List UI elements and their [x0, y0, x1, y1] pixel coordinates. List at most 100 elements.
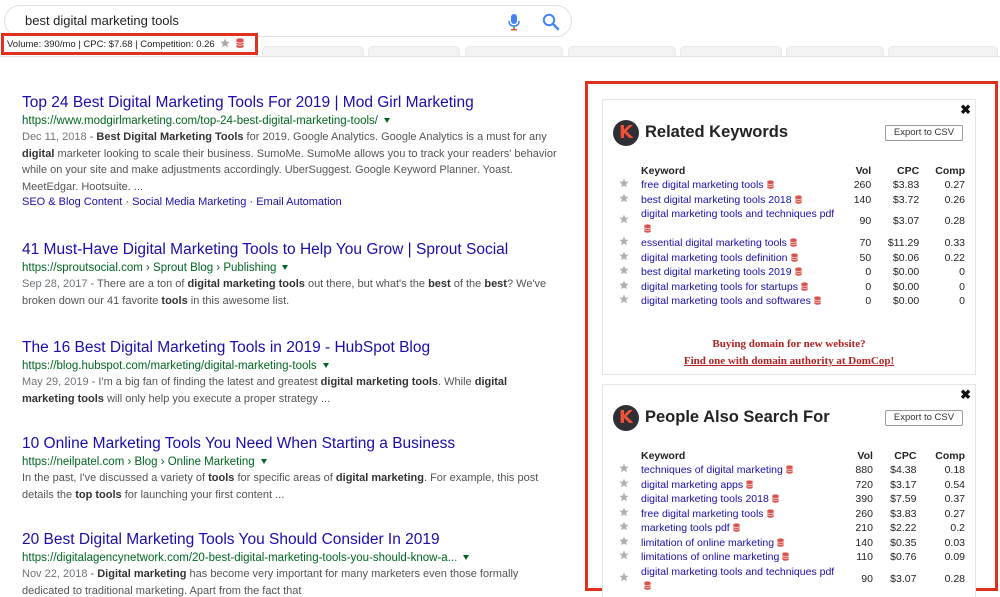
database-icon[interactable] [811, 295, 821, 307]
database-icon[interactable] [779, 551, 790, 563]
column-header: Keyword [641, 450, 686, 462]
caret-down-icon[interactable] [260, 459, 267, 464]
database-icon[interactable] [792, 194, 802, 206]
star-icon[interactable] [619, 280, 629, 293]
caret-down-icon[interactable] [384, 118, 390, 123]
keyword-link[interactable]: limitations of online marketing [641, 551, 779, 563]
search-query-text[interactable]: best digital marketing tools [25, 13, 179, 28]
cpc-cell: $0.00 [892, 266, 920, 278]
star-icon[interactable] [619, 178, 629, 191]
sitelink[interactable]: Social Media Marketing [132, 196, 246, 208]
keyword-link[interactable]: free digital marketing tools [641, 179, 764, 191]
star-icon[interactable] [619, 214, 629, 227]
column-header: CPC [894, 450, 917, 462]
result-url[interactable]: https://sproutsocial.com › Sprout Blog ›… [22, 262, 562, 274]
caret-down-icon[interactable] [463, 555, 470, 560]
result-url[interactable]: https://digitalagencynetwork.com/20-best… [22, 552, 562, 564]
close-icon[interactable]: ✖ [960, 102, 971, 118]
star-icon[interactable] [619, 193, 629, 206]
keyword-link[interactable]: digital marketing tools and techniques p… [641, 566, 834, 578]
database-icon[interactable] [764, 508, 774, 520]
search-result: The 16 Best Digital Marketing Tools in 2… [22, 339, 562, 407]
database-icon[interactable] [792, 266, 802, 278]
promo-text: Buying domain for new website? [712, 338, 866, 350]
promo-link[interactable]: Find one with domain authority at DomCop… [603, 353, 975, 370]
result-title-link[interactable]: 20 Best Digital Marketing Tools You Shou… [22, 531, 562, 549]
cpc-cell: $3.83 [892, 179, 920, 191]
cpc-cell: $3.07 [890, 572, 917, 585]
star-icon[interactable] [619, 492, 629, 505]
result-title-link[interactable]: The 16 Best Digital Marketing Tools in 2… [22, 339, 562, 357]
star-icon[interactable] [619, 236, 629, 249]
column-header: CPC [897, 165, 920, 177]
competition-cell: 0 [959, 266, 965, 278]
keyword-link[interactable]: digital marketing tools definition [641, 252, 788, 264]
keyword-link[interactable]: marketing tools pdf [641, 522, 730, 534]
column-header: Comp [935, 165, 965, 177]
keyword-row: free digital marketing tools 260 $3.83 0.27 [617, 507, 967, 522]
database-icon[interactable] [787, 237, 797, 249]
star-icon[interactable] [619, 521, 629, 534]
keyword-link[interactable]: digital marketing tools 2018 [641, 493, 769, 505]
cpc-cell: $3.17 [890, 478, 917, 491]
database-icon[interactable] [743, 479, 753, 491]
export-csv-button[interactable]: Export to CSV [885, 125, 963, 141]
keyword-link[interactable]: digital marketing tools and techniques p… [641, 208, 834, 220]
star-icon[interactable] [619, 507, 629, 520]
competition-cell: 0.09 [944, 551, 965, 563]
result-title-link[interactable]: Top 24 Best Digital Marketing Tools For … [22, 94, 562, 112]
result-title-link[interactable]: 41 Must-Have Digital Marketing Tools to … [22, 241, 562, 259]
keyword-link[interactable]: best digital marketing tools 2019 [641, 266, 792, 278]
cpc-cell: $7.59 [890, 493, 917, 505]
star-icon[interactable] [619, 463, 629, 476]
competition-cell: 0.26 [944, 193, 965, 206]
database-icon[interactable] [769, 493, 779, 505]
database-icon[interactable] [730, 522, 740, 534]
star-icon[interactable] [619, 478, 629, 491]
keyword-link[interactable]: digital marketing tools and softwares [641, 295, 811, 307]
star-icon[interactable] [619, 536, 629, 549]
keyword-link[interactable]: free digital marketing tools [641, 508, 764, 520]
result-url[interactable]: https://blog.hubspot.com/marketing/digit… [22, 360, 562, 372]
caret-down-icon[interactable] [282, 265, 289, 270]
cpc-cell: $3.07 [892, 215, 920, 228]
database-icon[interactable] [641, 223, 651, 235]
star-icon[interactable] [619, 294, 629, 307]
microphone-icon[interactable] [507, 13, 521, 31]
database-icon[interactable] [788, 252, 798, 264]
keyword-link[interactable]: digital marketing tools for startups [641, 281, 798, 293]
caret-down-icon[interactable] [322, 363, 329, 368]
keyword-link[interactable]: techniques of digital marketing [641, 464, 783, 476]
sitelink[interactable]: Email Automation [256, 196, 342, 208]
database-icon[interactable] [641, 580, 651, 592]
search-result: 41 Must-Have Digital Marketing Tools to … [22, 241, 562, 309]
close-icon[interactable]: ✖ [960, 387, 971, 403]
keyword-link[interactable]: limitation of online marketing [641, 537, 774, 549]
star-icon[interactable] [220, 38, 230, 48]
keyword-row: best digital marketing tools 2019 0 $0.00 0 [617, 265, 967, 280]
database-icon[interactable] [764, 179, 774, 191]
competition-cell: 0.28 [944, 572, 965, 585]
keyword-link[interactable]: essential digital marketing tools [641, 237, 787, 249]
keyword-link[interactable]: digital marketing apps [641, 479, 743, 491]
keyword-link[interactable]: best digital marketing tools 2018 [641, 194, 792, 206]
result-title-link[interactable]: 10 Online Marketing Tools You Need When … [22, 435, 562, 453]
cpc-cell: $3.72 [892, 193, 920, 206]
database-icon[interactable] [774, 537, 784, 549]
result-url[interactable]: https://www.modgirlmarketing.com/top-24-… [22, 115, 562, 127]
star-icon[interactable] [619, 251, 629, 264]
database-icon[interactable] [783, 464, 793, 476]
sitelink[interactable]: SEO & Blog Content [22, 196, 122, 208]
volume-cell: 260 [853, 179, 872, 191]
result-url[interactable]: https://neilpatel.com › Blog › Online Ma… [22, 456, 562, 468]
export-csv-button[interactable]: Export to CSV [885, 410, 963, 426]
database-icon[interactable] [236, 38, 244, 48]
database-icon[interactable] [798, 281, 808, 293]
search-icon[interactable] [541, 12, 561, 32]
keyword-row: essential digital marketing tools 70 $11.2… [617, 236, 967, 251]
star-icon[interactable] [619, 572, 629, 585]
star-icon[interactable] [619, 265, 629, 278]
keyword-row: digital marketing tools and softwares 0 $0… [617, 294, 967, 309]
volume-cell: 0 [865, 295, 872, 307]
star-icon[interactable] [619, 550, 629, 563]
